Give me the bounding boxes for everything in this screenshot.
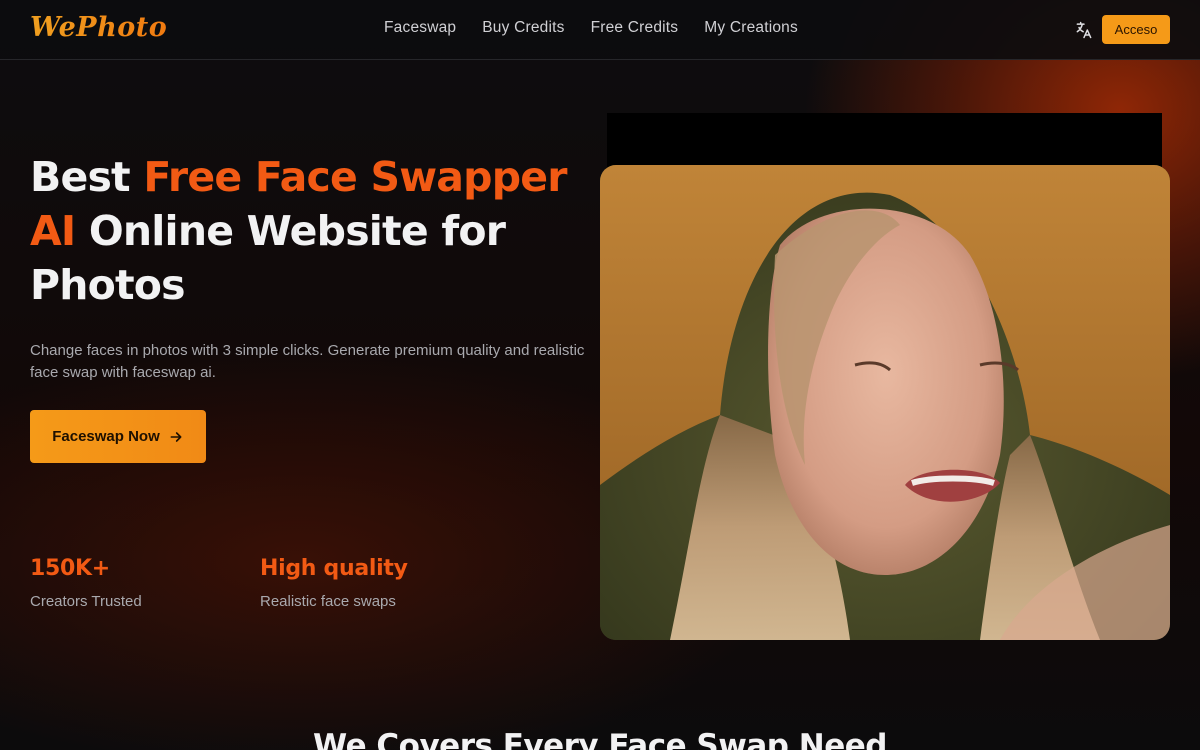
wephoto-logo[interactable]: WePhoto — [30, 12, 167, 43]
nav-item-my-creations[interactable]: My Creations — [704, 19, 798, 37]
login-button[interactable]: Acceso — [1102, 15, 1170, 44]
arrow-right-icon — [170, 431, 182, 442]
nav-item-free-credits[interactable]: Free Credits — [591, 19, 679, 37]
language-button[interactable] — [1072, 18, 1096, 42]
translate-icon — [1076, 21, 1092, 39]
hero-subtitle: Change faces in photos with 3 simple cli… — [30, 342, 585, 381]
nav-item-buy-credits[interactable]: Buy Credits — [482, 19, 564, 37]
video-frame-top — [607, 113, 1162, 173]
hero-title-part2: Online Website for Photos — [30, 207, 506, 309]
faceswap-now-button[interactable]: Faceswap Now — [30, 410, 206, 463]
nav-item-faceswap[interactable]: Faceswap — [384, 19, 456, 37]
stat-creators: 150K+ Creators Trusted — [30, 556, 142, 610]
top-header: WePhoto Faceswap Buy Credits Free Credit… — [0, 0, 1200, 60]
page: WePhoto Faceswap Buy Credits Free Credit… — [0, 0, 1200, 750]
stat-quality: High quality Realistic face swaps — [260, 556, 408, 610]
hero-photo — [600, 165, 1170, 640]
hero-title: Best Free Face Swapper AI Online Website… — [30, 150, 590, 312]
cta-label: Faceswap Now — [52, 428, 160, 445]
stat-label: Realistic face swaps — [260, 593, 396, 610]
hero-title-part1: Best — [30, 153, 144, 201]
stat-label: Creators Trusted — [30, 593, 142, 610]
woman-portrait-image — [600, 165, 1170, 640]
section-title: We Covers Every Face Swap Need — [313, 728, 887, 750]
stat-value: High quality — [260, 556, 408, 581]
main-nav: Faceswap Buy Credits Free Credits My Cre… — [384, 19, 798, 37]
stat-value: 150K+ — [30, 556, 110, 581]
